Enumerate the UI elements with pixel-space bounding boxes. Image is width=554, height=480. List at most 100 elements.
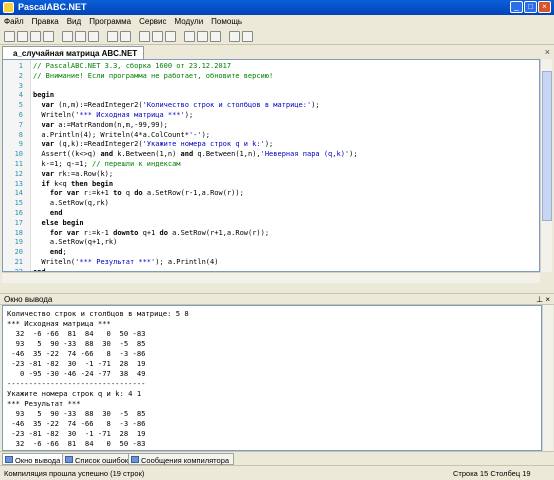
- code-line: 7 var a:=MatrRandom(n,m,-99,99);: [3, 121, 358, 131]
- code-text: else begin: [41, 218, 84, 227]
- new-file-icon[interactable]: [4, 31, 15, 42]
- splitter[interactable]: [0, 283, 554, 293]
- step-into-icon[interactable]: [197, 31, 208, 42]
- step-over-icon[interactable]: [184, 31, 195, 42]
- editor-vertical-scrollbar[interactable]: [540, 59, 552, 272]
- output-text: Количество строк и столбцов в матрице: 5…: [7, 309, 189, 450]
- line-number: 11: [14, 159, 23, 168]
- code-text: begin: [33, 91, 55, 100]
- output-vertical-scrollbar[interactable]: [542, 305, 553, 451]
- line-number: 7: [18, 120, 23, 129]
- tab-error-list[interactable]: Список ошибок: [62, 453, 134, 465]
- save-icon[interactable]: [30, 31, 41, 42]
- window-title: PascalABC.NET: [18, 2, 87, 12]
- tab-current-file[interactable]: a_случайная матрица ABC.NET 3.3.pas*: [2, 46, 144, 67]
- bottom-tab-bar: Окно вывода Список ошибок Сообщения комп…: [0, 451, 554, 465]
- menu-help[interactable]: Помощь: [207, 15, 246, 26]
- tab-output-window[interactable]: Окно вывода: [2, 453, 66, 465]
- undo-icon[interactable]: [107, 31, 118, 42]
- open-file-icon[interactable]: [17, 31, 28, 42]
- editor-horizontal-scrollbar[interactable]: [2, 272, 540, 283]
- code-line: 10 Assert((k<>q) and k.Between(1,n) and …: [3, 150, 358, 160]
- line-number: 12: [14, 169, 23, 178]
- code-text: k-=1; q-=1; // перешли к индексам: [33, 159, 181, 168]
- code-line: 17 else begin: [3, 219, 358, 229]
- line-number: 19: [14, 238, 23, 247]
- line-number: 8: [18, 130, 23, 139]
- output-window[interactable]: Количество строк и столбцов в матрице: 5…: [2, 305, 542, 451]
- code-text: a.Println(4); Writeln(4*a.ColCount*'-');: [33, 130, 211, 139]
- line-number: 21: [14, 257, 23, 266]
- code-text: Writeln('*** Результат ***'); a.Println(…: [33, 257, 219, 266]
- code-line: 20 end;: [3, 248, 358, 258]
- format-icon[interactable]: [229, 31, 240, 42]
- error-list-icon: [65, 456, 73, 463]
- menu-edit[interactable]: Правка: [28, 15, 63, 26]
- close-button[interactable]: ×: [538, 1, 551, 13]
- output-panel-title: Окно вывода: [4, 295, 53, 304]
- line-number: 17: [14, 218, 23, 227]
- code-line: 3: [3, 82, 358, 92]
- code-text: end: [49, 208, 63, 217]
- code-text: // Внимание! Если программа не работает,…: [33, 71, 274, 80]
- close-tab-icon[interactable]: ×: [545, 47, 550, 57]
- stop-icon[interactable]: [165, 31, 176, 42]
- code-line: 1 // PascalABC.NET 3.3, сборка 1600 от 23…: [3, 62, 358, 72]
- code-line: 6 Writeln('*** Исходная матрица ***');: [3, 111, 358, 121]
- code-line: 21 Writeln('*** Результат ***'); a.Print…: [3, 258, 358, 268]
- menu-view[interactable]: Вид: [63, 15, 85, 26]
- output-panel-header: Окно вывода ⊥ ×: [0, 293, 554, 305]
- form-designer-icon[interactable]: [242, 31, 253, 42]
- save-all-icon[interactable]: [43, 31, 54, 42]
- redo-icon[interactable]: [120, 31, 131, 42]
- code-text: a.SetRow(q+1,rk): [33, 238, 118, 247]
- status-bar: Компиляция прошла успешно (19 строк) Стр…: [0, 465, 554, 480]
- scroll-thumb[interactable]: [542, 71, 552, 221]
- line-number: 5: [18, 101, 23, 110]
- code-line: 11 k-=1; q-=1; // перешли к индексам: [3, 160, 358, 170]
- code-text: end;: [49, 248, 67, 257]
- menu-modules[interactable]: Модули: [171, 15, 208, 26]
- maximize-button[interactable]: □: [524, 1, 537, 13]
- tab-compiler-label: Сообщения компилятора: [141, 456, 230, 465]
- cursor-position: Строка 15 Столбец 19: [453, 469, 531, 478]
- menu-service[interactable]: Сервис: [135, 15, 170, 26]
- code-editor[interactable]: 1 // PascalABC.NET 3.3, сборка 1600 от 23…: [2, 59, 540, 272]
- line-number: 16: [14, 208, 23, 217]
- code-text: var (n,m):=ReadInteger2('Количество стро…: [41, 101, 320, 110]
- line-number: 18: [14, 228, 23, 237]
- step-out-icon[interactable]: [210, 31, 221, 42]
- status-message: Компиляция прошла успешно (19 строк): [4, 469, 145, 478]
- tab-compiler-messages[interactable]: Сообщения компилятора: [128, 453, 235, 465]
- code-line: 12 var rk:=a.Row(k);: [3, 170, 358, 180]
- copy-icon[interactable]: [75, 31, 86, 42]
- minimize-button[interactable]: _: [510, 1, 523, 13]
- code-line: 2 // Внимание! Если программа не работает…: [3, 72, 358, 82]
- line-number: 6: [18, 110, 23, 119]
- editor-tab-bar: a_случайная матрица ABC.NET 3.3.pas* ×: [0, 45, 554, 67]
- line-number: 14: [14, 189, 23, 198]
- close-panel-icon[interactable]: ×: [545, 295, 550, 304]
- run-icon[interactable]: [152, 31, 163, 42]
- pin-icon[interactable]: ⊥: [536, 295, 543, 304]
- tab-errors-label: Список ошибок: [75, 456, 129, 465]
- line-number: 15: [14, 199, 23, 208]
- compiler-messages-icon: [131, 456, 139, 463]
- output-window-icon: [5, 456, 13, 463]
- code-text: for var r:=k+1 to q do a.SetRow(r-1,a.Ro…: [49, 189, 244, 198]
- code-text: Assert((k<>q) and k.Between(1,n) and q.B…: [33, 150, 358, 159]
- menu-program[interactable]: Программа: [85, 15, 135, 26]
- code-text: var rk:=a.Row(k);: [41, 169, 114, 178]
- code-text: Writeln('*** Исходная матрица ***');: [33, 110, 194, 119]
- code-line: 4 begin: [3, 91, 358, 101]
- menu-file[interactable]: Файл: [0, 15, 28, 26]
- compile-icon[interactable]: [139, 31, 150, 42]
- app-icon: [3, 2, 14, 13]
- toolbar: [0, 29, 554, 45]
- cut-icon[interactable]: [62, 31, 73, 42]
- line-number: 13: [14, 179, 23, 188]
- code-text: if k<q then begin: [41, 179, 114, 188]
- paste-icon[interactable]: [88, 31, 99, 42]
- code-line: 15 a.SetRow(q,rk): [3, 199, 358, 209]
- code-line: 18 for var r:=k-1 downto q+1 do a.SetRow…: [3, 229, 358, 239]
